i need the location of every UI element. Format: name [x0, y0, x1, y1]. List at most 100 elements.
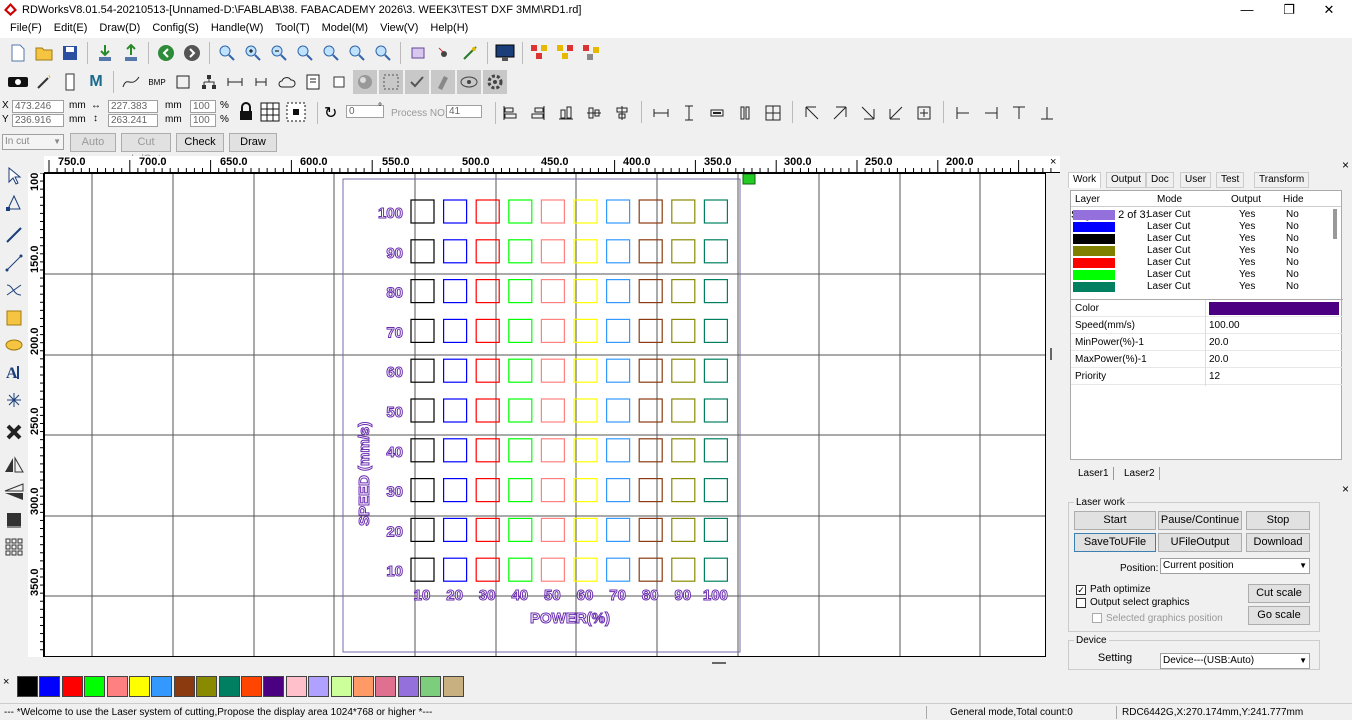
test-square[interactable] — [605, 517, 631, 542]
import-icon[interactable] — [93, 41, 117, 65]
point-icon[interactable] — [2, 388, 26, 412]
palette-swatch[interactable] — [196, 676, 218, 697]
mirror-v-icon[interactable] — [2, 480, 26, 504]
draw-button[interactable]: Draw — [229, 133, 277, 152]
test-square[interactable] — [540, 517, 565, 542]
in-cut-select[interactable]: In cut ▼ — [2, 134, 64, 150]
palette-swatch[interactable] — [173, 676, 195, 697]
check-icon[interactable] — [405, 70, 429, 94]
test-square[interactable] — [540, 398, 565, 423]
test-square[interactable] — [638, 358, 663, 383]
palette-swatch[interactable] — [17, 676, 38, 697]
grid-icon[interactable] — [260, 102, 280, 125]
test-square[interactable] — [573, 398, 598, 423]
test-square[interactable] — [638, 239, 663, 264]
test-square[interactable] — [573, 199, 598, 224]
dist-grid-icon[interactable] — [761, 101, 785, 125]
tab-output[interactable]: Output — [1106, 172, 1147, 188]
test-square[interactable] — [573, 239, 598, 264]
test-square[interactable] — [508, 278, 533, 304]
test-square[interactable] — [508, 358, 533, 383]
test-square[interactable] — [540, 438, 565, 463]
zoom-select-icon[interactable] — [345, 41, 369, 65]
test-square[interactable] — [573, 318, 598, 343]
test-square[interactable] — [703, 358, 729, 383]
test-square[interactable] — [605, 557, 631, 582]
test-square[interactable] — [573, 517, 598, 542]
export-icon[interactable] — [119, 41, 143, 65]
palette-swatch[interactable] — [353, 676, 374, 697]
test-square[interactable] — [638, 517, 663, 542]
minimize-button[interactable]: — — [1224, 0, 1270, 20]
align-page-top-icon[interactable] — [1007, 101, 1031, 125]
image-tool-icon[interactable] — [2, 508, 26, 532]
test-square[interactable] — [605, 239, 631, 264]
monitor-icon[interactable] — [493, 41, 517, 65]
test-square[interactable] — [573, 478, 598, 503]
vertical-scroll-thumb[interactable] — [1050, 348, 1052, 360]
tab-laser1[interactable]: Laser1 — [1074, 467, 1114, 480]
align-hcenter-icon[interactable] — [582, 101, 606, 125]
move-top-right-icon[interactable] — [828, 101, 852, 125]
laser-cluster-2-icon[interactable] — [554, 41, 578, 65]
test-square[interactable] — [443, 199, 468, 224]
equal-height-icon[interactable] — [677, 101, 701, 125]
camera-icon[interactable] — [6, 70, 30, 94]
test-square[interactable] — [703, 438, 729, 463]
laser-cluster-1-icon[interactable] — [528, 41, 552, 65]
line-icon[interactable] — [2, 223, 26, 247]
test-square[interactable] — [605, 358, 631, 383]
test-square[interactable] — [508, 239, 533, 264]
flip-v-icon[interactable] — [249, 70, 273, 94]
cloud-icon[interactable] — [275, 70, 299, 94]
test-square[interactable] — [638, 398, 663, 423]
palette-swatch[interactable] — [61, 676, 83, 697]
test-square[interactable] — [410, 398, 435, 423]
zoom-fit-icon[interactable] — [293, 41, 317, 65]
palette-swatch[interactable] — [263, 676, 285, 697]
align-page-right-icon[interactable] — [979, 101, 1003, 125]
test-square[interactable] — [508, 478, 533, 503]
property-value[interactable]: 20.0 — [1209, 354, 1228, 365]
test-square[interactable] — [443, 398, 468, 423]
test-square[interactable] — [671, 478, 696, 503]
property-value[interactable]: 100.00 — [1209, 320, 1240, 331]
test-square[interactable] — [540, 557, 565, 582]
checkbox-icon[interactable] — [327, 70, 351, 94]
test-square[interactable] — [573, 438, 598, 463]
forward-icon[interactable] — [180, 41, 204, 65]
zoom-in-icon[interactable] — [241, 41, 265, 65]
test-square[interactable] — [443, 438, 468, 463]
test-square[interactable] — [540, 239, 565, 264]
bmp-icon[interactable]: BMP — [145, 70, 169, 94]
align-top-icon[interactable] — [554, 101, 578, 125]
table-row[interactable]: Laser Cut Yes No — [1071, 269, 1341, 281]
test-square[interactable] — [671, 278, 696, 304]
laser-cluster-3-icon[interactable] — [580, 41, 604, 65]
test-square[interactable] — [703, 318, 729, 343]
test-square[interactable] — [508, 398, 533, 423]
selected-position-checkbox[interactable] — [1092, 613, 1102, 623]
test-square[interactable] — [703, 239, 729, 264]
property-value[interactable]: 20.0 — [1209, 337, 1228, 348]
test-square[interactable] — [508, 199, 533, 224]
polyline-icon[interactable] — [2, 251, 26, 275]
stop-button[interactable]: Stop — [1246, 511, 1310, 530]
test-square[interactable] — [671, 358, 696, 383]
palette-swatch[interactable] — [129, 676, 150, 697]
test-square[interactable] — [703, 398, 729, 423]
setting-button[interactable]: Setting — [1074, 650, 1156, 669]
x-field[interactable]: 473.246 — [12, 100, 64, 113]
test-square[interactable] — [540, 478, 565, 503]
tab-work[interactable]: Work — [1068, 172, 1102, 188]
palette-swatch[interactable] — [375, 676, 397, 697]
palette-swatch[interactable] — [84, 676, 106, 697]
rotate-icon[interactable]: ↻ — [324, 103, 337, 123]
property-color-value[interactable] — [1209, 302, 1339, 315]
palette-swatch[interactable] — [241, 676, 262, 697]
test-square[interactable] — [443, 517, 468, 542]
test-square[interactable] — [410, 478, 435, 503]
test-square[interactable] — [443, 358, 468, 383]
frame-icon[interactable] — [406, 41, 430, 65]
text-icon[interactable]: A — [2, 360, 26, 384]
